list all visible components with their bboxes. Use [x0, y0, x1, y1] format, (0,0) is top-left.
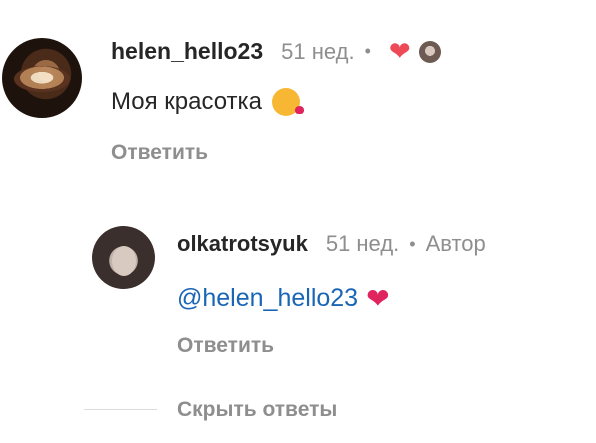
mention-link[interactable]: @helen_hello23 — [177, 284, 358, 313]
reply-time: 51 нед. — [325, 231, 400, 256]
separator-dot: • — [364, 41, 371, 61]
comment-text: Моя красотка — [111, 88, 262, 115]
face-image — [112, 246, 136, 276]
reply-button[interactable]: Ответить — [111, 141, 208, 165]
reply-body: @helen_hello23 ❤ — [177, 282, 390, 315]
comment-header: helen_hello23 51 нед. • ❤ — [111, 36, 441, 67]
comment-username[interactable]: helen_hello23 — [111, 38, 263, 65]
liked-by-author-avatar — [418, 40, 441, 63]
reply-button[interactable]: Ответить — [177, 334, 274, 358]
comment-time: 51 нед. — [281, 38, 355, 64]
red-heart-icon: ❤ — [366, 283, 390, 314]
author-badge: Автор — [425, 231, 486, 256]
divider-line — [84, 409, 157, 410]
kissing-face-icon — [271, 88, 304, 116]
comment-actions: Ответить — [111, 141, 208, 165]
avatar-helen_hello23[interactable] — [2, 38, 82, 118]
hide-replies[interactable]: Скрыть ответы — [177, 398, 337, 422]
reply-actions: Ответить — [177, 334, 274, 358]
coffee-cup-image — [14, 66, 70, 92]
reply-username[interactable]: olkatrotsyuk — [177, 231, 308, 257]
comment-body: Моя красотка — [111, 88, 304, 116]
reply-header: olkatrotsyuk 51 нед. • Автор — [177, 231, 486, 257]
separator-dot: • — [409, 233, 416, 254]
avatar-olkatrotsyuk[interactable] — [92, 226, 155, 289]
hide-replies-button[interactable]: Скрыть ответы — [177, 398, 337, 422]
heart-filled-icon[interactable]: ❤ — [389, 36, 411, 67]
